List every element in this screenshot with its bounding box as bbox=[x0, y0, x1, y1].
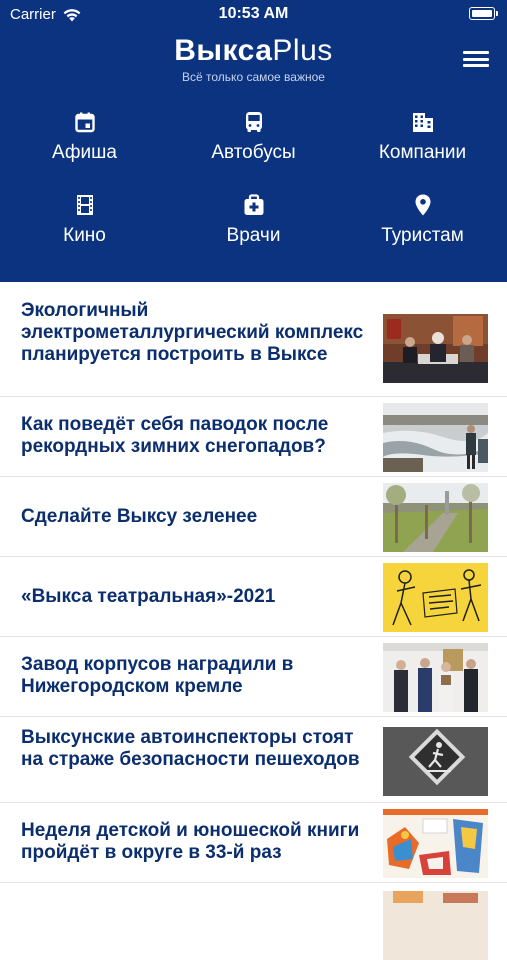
medical-kit-icon bbox=[244, 194, 263, 215]
news-item[interactable]: Неделя детской и юношеской книги пройдёт… bbox=[0, 803, 507, 883]
young-trees-photo bbox=[383, 483, 488, 552]
status-time: 10:53 AM bbox=[218, 5, 289, 22]
news-thumbnail bbox=[383, 643, 488, 712]
news-item[interactable] bbox=[0, 883, 507, 960]
quick-link-label: Компании bbox=[378, 142, 467, 163]
news-thumbnail bbox=[383, 314, 488, 383]
quick-link-tourists[interactable]: Туристам bbox=[338, 189, 507, 261]
news-thumbnail bbox=[383, 563, 488, 632]
partial-photo bbox=[383, 891, 488, 960]
calendar-icon bbox=[74, 112, 95, 133]
battery-icon bbox=[469, 7, 498, 20]
book-week-poster bbox=[383, 809, 488, 878]
location-pin-icon bbox=[415, 194, 430, 216]
quick-link-label: Автобусы bbox=[211, 142, 296, 163]
status-bar: Carrier 10:53 AM bbox=[0, 0, 507, 30]
quick-link-buses[interactable]: Автобусы bbox=[169, 106, 338, 178]
app-logo: ВыксаPlus Всё только самое важное bbox=[0, 34, 507, 84]
quick-link-afisha[interactable]: Афиша bbox=[0, 106, 169, 178]
quick-link-label: Кино bbox=[63, 225, 106, 246]
theatre-festival-poster bbox=[383, 563, 488, 632]
news-title: Как поведёт себя паводок после рекордных… bbox=[21, 414, 329, 457]
app-header: Carrier 10:53 AM ВыксаPlus Всё только са… bbox=[0, 0, 507, 282]
logo-bold-text: Выкса bbox=[174, 34, 273, 67]
flood-river-photo bbox=[383, 403, 488, 472]
news-item[interactable]: Как поведёт себя паводок после рекордных… bbox=[0, 397, 507, 477]
news-title: Сделайте Выксу зеленее bbox=[21, 506, 258, 527]
award-ceremony-photo bbox=[383, 643, 488, 712]
news-item[interactable]: «Выкса театральная»-2021 bbox=[0, 557, 507, 637]
news-title: Экологичный электрометаллургический комп… bbox=[21, 300, 364, 365]
logo-wordmark: ВыксаPlus bbox=[0, 34, 507, 68]
pedestrian-sign-photo bbox=[383, 727, 488, 796]
news-title: Завод корпусов наградили в Нижегородском… bbox=[21, 654, 294, 697]
menu-bar-icon bbox=[463, 64, 489, 67]
news-item[interactable]: Сделайте Выксу зеленее bbox=[0, 477, 507, 557]
quick-link-label: Врачи bbox=[226, 225, 281, 246]
hamburger-menu-button[interactable] bbox=[463, 51, 489, 67]
bus-icon bbox=[245, 112, 262, 132]
news-item[interactable]: Выксунские автоинспекторы стоят на страж… bbox=[0, 717, 507, 803]
quick-link-label: Туристам bbox=[381, 225, 464, 246]
news-thumbnail bbox=[383, 727, 488, 796]
news-item[interactable]: Экологичный электрометаллургический комп… bbox=[0, 282, 507, 397]
quick-link-doctors[interactable]: Врачи bbox=[169, 189, 338, 261]
menu-bar-icon bbox=[463, 51, 489, 54]
quick-link-companies[interactable]: Компании bbox=[338, 106, 507, 178]
news-title: «Выкса театральная»-2021 bbox=[21, 586, 276, 607]
news-thumbnail bbox=[383, 891, 488, 960]
film-icon bbox=[76, 195, 93, 215]
news-thumbnail bbox=[383, 483, 488, 552]
building-icon bbox=[412, 113, 433, 132]
press-conference-photo bbox=[383, 314, 488, 383]
news-thumbnail bbox=[383, 403, 488, 472]
news-thumbnail bbox=[383, 809, 488, 878]
news-item[interactable]: Завод корпусов наградили в Нижегородском… bbox=[0, 637, 507, 717]
news-title: Неделя детской и юношеской книги пройдёт… bbox=[21, 820, 360, 863]
quick-link-label: Афиша bbox=[52, 142, 117, 163]
logo-tagline: Всё только самое важное bbox=[182, 70, 325, 84]
quick-link-cinema[interactable]: Кино bbox=[0, 189, 169, 261]
logo-light-text: Plus bbox=[272, 34, 333, 67]
battery-level bbox=[471, 9, 492, 17]
news-title: Выксунские автоинспекторы стоят на страж… bbox=[21, 727, 360, 770]
news-list: Экологичный электрометаллургический комп… bbox=[0, 282, 507, 960]
menu-bar-icon bbox=[463, 57, 489, 61]
